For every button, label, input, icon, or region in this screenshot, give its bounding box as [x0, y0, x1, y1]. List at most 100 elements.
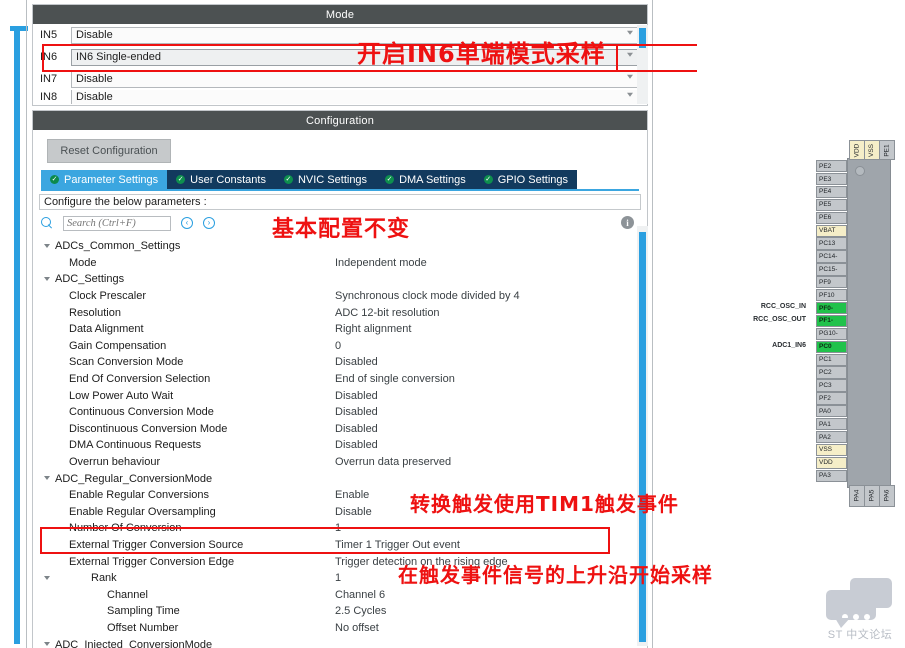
info-icon[interactable]: i: [621, 216, 634, 229]
chip-pin-left[interactable]: PG10-: [816, 327, 847, 341]
parameter-name: Rank: [91, 572, 117, 585]
chip-pin-left[interactable]: PC1: [816, 353, 847, 366]
chevron-down-icon[interactable]: [39, 276, 55, 283]
parameter-value[interactable]: 0: [335, 340, 341, 352]
chevron-down-icon[interactable]: [39, 575, 55, 582]
parameter-value[interactable]: Disabled: [335, 423, 378, 435]
chip-pin-left[interactable]: PC0: [816, 340, 847, 353]
tab-user-constants[interactable]: ✓ User Constants: [167, 170, 275, 189]
parameter-row[interactable]: Data Alignment Right alignment: [39, 321, 647, 338]
tab-parameter-settings[interactable]: ✓ Parameter Settings: [41, 170, 168, 189]
chip-pin-left[interactable]: PA0: [816, 405, 847, 418]
parameter-row[interactable]: End Of Conversion Selection End of single…: [39, 371, 647, 388]
chip-pin-label: PC3: [819, 381, 832, 389]
chip-pin-left[interactable]: VSS: [816, 443, 847, 457]
chip-pin-label: PF0-: [819, 304, 834, 312]
chip-pin-left[interactable]: PC15-: [816, 263, 847, 276]
parameter-value[interactable]: Channel 6: [335, 589, 385, 601]
check-circle-icon: ✓: [385, 175, 395, 184]
parameter-row[interactable]: Channel Channel 6: [39, 586, 647, 603]
reset-configuration-button[interactable]: Reset Configuration: [47, 139, 171, 163]
chip-pin-bottom[interactable]: PA5: [864, 484, 880, 507]
parameter-value[interactable]: Enable: [335, 489, 369, 501]
tab-gpio-settings[interactable]: ✓ GPIO Settings: [474, 170, 578, 189]
parameter-row[interactable]: ADC_Injected_ConversionMode: [39, 636, 647, 648]
tab-nvic-settings[interactable]: ✓ NVIC Settings: [274, 170, 377, 189]
parameter-row[interactable]: Clock Prescaler Synchronous clock mode di…: [39, 288, 647, 305]
parameter-value[interactable]: Right alignment: [335, 323, 411, 335]
parameter-row[interactable]: Gain Compensation 0: [39, 338, 647, 355]
chip-pin-left[interactable]: VBAT: [816, 224, 847, 237]
parameter-row[interactable]: ADC_Regular_ConversionMode: [39, 470, 647, 487]
parameter-value[interactable]: End of single conversion: [335, 373, 455, 385]
parameter-value[interactable]: 1: [335, 572, 341, 584]
parameter-row[interactable]: ADC_Settings: [39, 271, 647, 288]
chip-pin-left[interactable]: PF0-: [816, 301, 847, 315]
parameter-name: Continuous Conversion Mode: [69, 406, 214, 419]
parameter-row[interactable]: Continuous Conversion Mode Disabled: [39, 404, 647, 421]
parameter-value[interactable]: Disabled: [335, 356, 378, 368]
parameter-row[interactable]: Offset Number No offset: [39, 620, 647, 637]
chip-pin-left[interactable]: PC3: [816, 379, 847, 392]
ellipsis-dots-icon: [842, 614, 870, 620]
parameter-row[interactable]: Sampling Time 2.5 Cycles: [39, 603, 647, 620]
parameter-value[interactable]: Disabled: [335, 439, 378, 451]
parameter-row[interactable]: Scan Conversion Mode Disabled: [39, 354, 647, 371]
chip-pin-left[interactable]: PC2: [816, 366, 847, 379]
chip-pin-left[interactable]: PE6: [816, 211, 847, 224]
parameter-value[interactable]: Synchronous clock mode divided by 4: [335, 290, 520, 302]
chip-pin-left[interactable]: PF1-: [816, 314, 847, 328]
left-highlight-strip[interactable]: [14, 28, 20, 644]
chevron-down-icon[interactable]: [39, 243, 55, 250]
chip-pin-signal-label: RCC_OSC_IN: [760, 302, 806, 310]
parameter-value[interactable]: Independent mode: [335, 257, 427, 269]
parameter-row[interactable]: Overrun behaviour Overrun data preserved: [39, 454, 647, 471]
search-prev-button[interactable]: ‹: [181, 217, 193, 229]
chip-pin-label: PC14-: [819, 252, 838, 260]
parameter-row[interactable]: DMA Continuous Requests Disabled: [39, 437, 647, 454]
chip-pin-left[interactable]: PE3: [816, 172, 847, 186]
tab-gpio-settings-label: GPIO Settings: [497, 173, 569, 186]
chip-pin-left[interactable]: PF10: [816, 289, 847, 302]
chip-pin-top[interactable]: VSS: [864, 140, 880, 160]
chip-pin-left[interactable]: PF9: [816, 276, 847, 289]
chip-pin-left[interactable]: PF2: [816, 392, 847, 405]
search-input[interactable]: [63, 215, 171, 231]
chip-pin-label: PG10-: [819, 330, 838, 338]
chip-pin-left[interactable]: PC14-: [816, 250, 847, 263]
tab-dma-settings[interactable]: ✓ DMA Settings: [376, 170, 475, 189]
parameter-value[interactable]: Disable: [335, 506, 372, 518]
parameter-name: ADC_Settings: [55, 273, 125, 286]
parameter-row[interactable]: Mode Independent mode: [39, 255, 647, 272]
chip-pin-left[interactable]: PA3: [816, 469, 847, 482]
chip-pin-left[interactable]: VDD: [816, 456, 847, 470]
chip-pin-left[interactable]: PC13: [816, 237, 847, 250]
parameter-row[interactable]: Resolution ADC 12-bit resolution: [39, 304, 647, 321]
parameter-value[interactable]: Overrun data preserved: [335, 456, 451, 468]
chip-pin-left[interactable]: PA2: [816, 430, 847, 444]
chip-pin-label: VBAT: [819, 227, 836, 235]
chevron-down-icon[interactable]: [39, 641, 55, 648]
mode-select-in7[interactable]: Disable: [71, 70, 640, 88]
chip-pin-top[interactable]: VDD: [849, 140, 865, 160]
parameter-name: Clock Prescaler: [69, 290, 147, 303]
parameter-row[interactable]: Discontinuous Conversion Mode Disabled: [39, 421, 647, 438]
chip-pin-left[interactable]: PA1: [816, 418, 847, 431]
parameter-value[interactable]: No offset: [335, 622, 379, 634]
chip-pin-label: PA6: [883, 489, 891, 502]
chip-pin-left[interactable]: PE4: [816, 185, 847, 199]
parameter-value[interactable]: Disabled: [335, 406, 378, 418]
parameter-row[interactable]: Low Power Auto Wait Disabled: [39, 387, 647, 404]
chip-pin-bottom[interactable]: PA4: [849, 484, 865, 507]
chip-pin-bottom[interactable]: PA6: [879, 484, 895, 507]
chip-pin-left[interactable]: PE2: [816, 160, 847, 173]
parameter-value[interactable]: 2.5 Cycles: [335, 605, 386, 617]
chevron-down-icon[interactable]: [39, 475, 55, 482]
parameter-value[interactable]: ADC 12-bit resolution: [335, 307, 440, 319]
chip-pin-top[interactable]: PE1: [879, 140, 895, 160]
search-next-button[interactable]: ›: [203, 217, 215, 229]
chip-pin-left[interactable]: PE5: [816, 198, 847, 212]
tabbar-underline: [41, 189, 639, 191]
parameter-value[interactable]: Disabled: [335, 390, 378, 402]
mode-select-in8[interactable]: Disable: [71, 90, 640, 104]
